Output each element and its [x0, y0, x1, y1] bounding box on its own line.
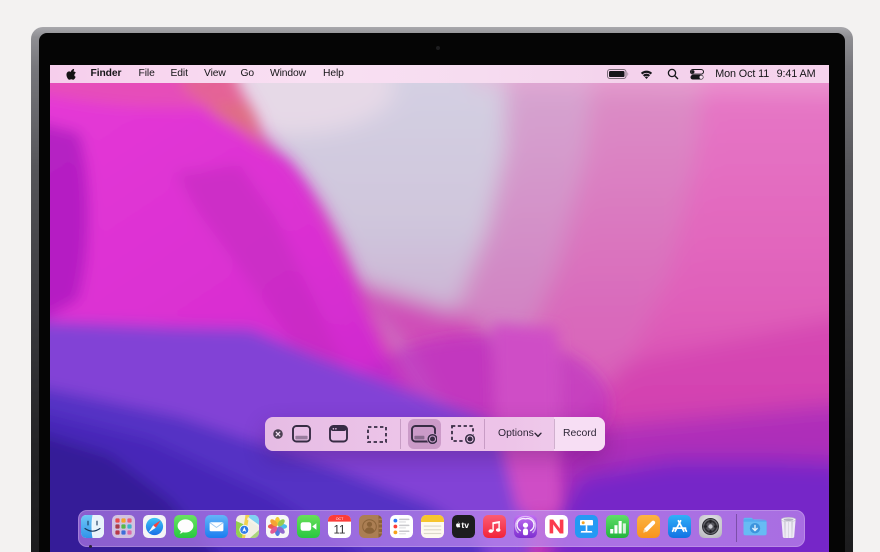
svg-text:OCT: OCT: [336, 517, 344, 521]
svg-text:11: 11: [334, 525, 346, 537]
svg-text:tv: tv: [461, 520, 469, 530]
